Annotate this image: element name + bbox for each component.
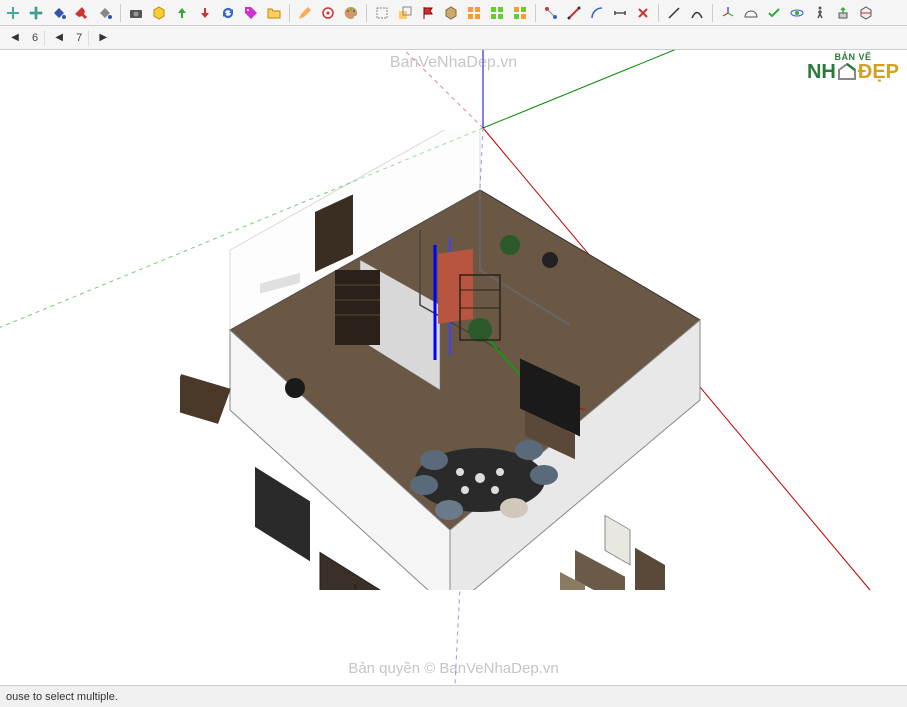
extrude-icon[interactable] <box>832 2 854 24</box>
status-bar: ouse to select multiple. <box>0 685 907 707</box>
tag-icon[interactable] <box>240 2 262 24</box>
cube-yellow-icon[interactable] <box>148 2 170 24</box>
flag-icon[interactable] <box>417 2 439 24</box>
snap-point-icon[interactable] <box>540 2 562 24</box>
grid-mixed-icon[interactable] <box>509 2 531 24</box>
walk-icon[interactable] <box>809 2 831 24</box>
3d-viewport[interactable]: BanVeNhaDep.vn Bản quyền © BanVeNhaDep.v… <box>0 50 907 685</box>
toolbar-separator <box>120 4 121 22</box>
tab-prev2-icon[interactable]: ◀ <box>50 29 68 47</box>
orbit-icon[interactable] <box>786 2 808 24</box>
toolbar-separator <box>658 4 659 22</box>
toolbar-separator <box>535 4 536 22</box>
snap-edge-icon[interactable] <box>563 2 585 24</box>
status-hint: ouse to select multiple. <box>6 691 118 703</box>
tab-next-icon[interactable]: ▶ <box>94 29 112 47</box>
tab-7[interactable]: 7 <box>70 30 89 46</box>
protractor-icon[interactable] <box>740 2 762 24</box>
palette-icon[interactable] <box>340 2 362 24</box>
arrow-up-icon[interactable] <box>171 2 193 24</box>
tab-toolbar: ◀ 6 ◀ 7 ▶ <box>0 26 907 50</box>
target-icon[interactable] <box>317 2 339 24</box>
main-toolbar <box>0 0 907 26</box>
measure-icon[interactable] <box>609 2 631 24</box>
paint2-icon[interactable] <box>94 2 116 24</box>
toolbar-separator <box>289 4 290 22</box>
box-icon[interactable] <box>440 2 462 24</box>
tool-add2-icon[interactable] <box>25 2 47 24</box>
refresh-icon[interactable] <box>217 2 239 24</box>
check-icon[interactable] <box>763 2 785 24</box>
tab-prev-icon[interactable]: ◀ <box>6 29 24 47</box>
grid-orange-icon[interactable] <box>463 2 485 24</box>
paint-bucket-icon[interactable] <box>48 2 70 24</box>
axis-icon[interactable] <box>717 2 739 24</box>
slice-icon[interactable] <box>855 2 877 24</box>
grid-green-icon[interactable] <box>486 2 508 24</box>
close-x-icon[interactable] <box>632 2 654 24</box>
tab-6[interactable]: 6 <box>26 30 45 46</box>
toolbar-separator <box>712 4 713 22</box>
3d-model[interactable] <box>180 130 720 590</box>
line-tool-icon[interactable] <box>663 2 685 24</box>
scale-icon[interactable] <box>394 2 416 24</box>
pencil-icon[interactable] <box>294 2 316 24</box>
arc-icon[interactable] <box>586 2 608 24</box>
toolbar-separator <box>366 4 367 22</box>
box-select-icon[interactable] <box>371 2 393 24</box>
tool-add-icon[interactable] <box>2 2 24 24</box>
arrow-down-icon[interactable] <box>194 2 216 24</box>
curve-tool-icon[interactable] <box>686 2 708 24</box>
pin-icon[interactable] <box>71 2 93 24</box>
camera-icon[interactable] <box>125 2 147 24</box>
folder-icon[interactable] <box>263 2 285 24</box>
